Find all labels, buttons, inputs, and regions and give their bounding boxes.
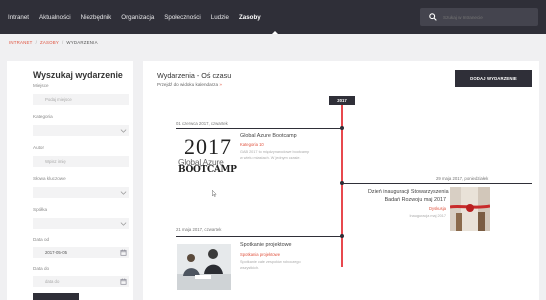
active-nav-indicator xyxy=(272,31,278,34)
timeline-dot xyxy=(340,234,344,238)
event-category[interactable]: Dyskusja xyxy=(368,206,446,211)
keywords-label: Słowa kluczowe xyxy=(33,176,66,181)
company-select[interactable] xyxy=(33,218,129,229)
search-box[interactable] xyxy=(420,8,538,26)
event-image-inauguration[interactable] xyxy=(450,187,490,231)
date-from-label: Data od xyxy=(33,237,50,242)
double-chevron-right-icon: » xyxy=(219,82,222,87)
event-date: 01 czerwca 2017, czwartek xyxy=(176,121,228,126)
search-submit-button[interactable] xyxy=(33,293,79,300)
page-title: Wydarzenia - Oś czasu xyxy=(157,71,232,80)
event-image-project-meeting[interactable] xyxy=(177,244,231,290)
event-category[interactable]: Kategoria 10 xyxy=(240,142,264,147)
nav-item-zasoby[interactable]: Zasoby xyxy=(239,14,261,21)
mouse-cursor-icon xyxy=(212,190,217,197)
event-meta: Inauguracja maj 2017 xyxy=(409,214,446,218)
event-description-line: GAB 2017 to międzynarodowe bootcamp xyxy=(240,150,310,154)
place-input[interactable]: Podaj miejsce xyxy=(33,94,129,105)
search-icon[interactable] xyxy=(429,13,437,21)
timeline-year-badge: 2017 xyxy=(329,96,355,105)
event-description-line: Spotkanie całe zespołów roboczego xyxy=(240,260,301,264)
ribbon-cutting-photo xyxy=(450,187,490,231)
event-description: Spotkanie całe zespołów roboczego wszyst… xyxy=(240,260,301,271)
nav-item-niezbednik[interactable]: Niezbędnik xyxy=(81,14,112,21)
date-to-input[interactable]: data do xyxy=(33,276,129,287)
author-label: Autor xyxy=(33,145,44,150)
nav-item-ludzie[interactable]: Ludzie xyxy=(211,14,229,21)
event-search-sidebar: Wyszukaj wydarzenie Miejsce Podaj miejsc… xyxy=(7,61,133,300)
breadcrumb-zasoby[interactable]: ZASOBY xyxy=(40,40,59,45)
event-title[interactable]: Global Azure Bootcamp xyxy=(240,133,297,139)
event-date: 29 maja 2017, poniedziałek xyxy=(436,176,489,181)
place-placeholder: Podaj miejsce xyxy=(45,97,72,102)
place-label: Miejsce xyxy=(33,83,49,88)
nav-item-aktualnosci[interactable]: Aktualności xyxy=(39,14,71,21)
category-label: Kategoria xyxy=(33,114,53,119)
search-input[interactable] xyxy=(443,12,533,22)
sidebar-title: Wyszukaj wydarzenie xyxy=(33,70,123,80)
event-description-line: w wielu miastach. W jednym czasie. xyxy=(240,155,301,160)
events-timeline-panel: Wydarzenia - Oś czasu Przejdź do widoku … xyxy=(143,61,539,300)
breadcrumb-separator: / xyxy=(35,40,37,45)
calendar-view-link[interactable]: Przejdź do widoku kalendarza » xyxy=(157,82,222,87)
author-placeholder: Wpisz imię xyxy=(45,159,66,164)
event-title[interactable]: Dzień inauguracji Stowarzyszenia xyxy=(368,189,449,195)
event-image-global-azure-bootcamp[interactable]: 2017 Global Azure BOOTCAMP xyxy=(176,134,237,178)
calendar-view-link-label: Przejdź do widoku kalendarza xyxy=(157,82,219,87)
event-title[interactable]: Spotkanie projektowe xyxy=(240,242,292,248)
breadcrumb-intranet[interactable]: INTRANET xyxy=(9,40,33,45)
keywords-select[interactable] xyxy=(33,187,129,198)
nav-item-spolecznosci[interactable]: Społeczności xyxy=(164,14,200,21)
event-title[interactable]: Badań Rozwoju maj 2017 xyxy=(368,197,446,203)
chevron-down-icon xyxy=(120,129,127,133)
meeting-photo xyxy=(177,244,231,290)
date-to-placeholder: data do xyxy=(45,279,60,284)
event-connector-line xyxy=(342,183,532,184)
top-navigation-bar: Intranet Aktualności Niezbędnik Organiza… xyxy=(0,0,546,34)
event-connector-line xyxy=(176,236,342,237)
company-label: Spółka xyxy=(33,207,48,212)
breadcrumb-separator: / xyxy=(62,40,64,45)
calendar-icon[interactable] xyxy=(120,278,127,285)
event-date: 21 maja 2017, czwartek xyxy=(176,227,222,232)
category-select[interactable] xyxy=(33,125,129,136)
author-input[interactable]: Wpisz imię xyxy=(33,156,129,167)
date-from-value: 2017-05-05 xyxy=(45,250,67,255)
event-description: GAB 2017 to międzynarodowe bootcamp w wi… xyxy=(240,150,309,161)
breadcrumb-wydarzenia: WYDARZENIA xyxy=(66,40,98,45)
calendar-icon[interactable] xyxy=(120,249,127,256)
nav-item-organizacja[interactable]: Organizacja xyxy=(121,14,154,21)
timeline-dot xyxy=(340,181,344,185)
date-from-input[interactable]: 2017-05-05 xyxy=(33,247,129,258)
event-description-line: wszystkich. xyxy=(240,265,260,270)
nav-item-intranet[interactable]: Intranet xyxy=(8,14,29,21)
chevron-down-icon xyxy=(120,191,127,195)
event-image-text: BOOTCAMP xyxy=(178,165,237,175)
date-to-label: Data do xyxy=(33,266,50,271)
breadcrumb: INTRANET / ZASOBY / WYDARZENIA xyxy=(9,40,98,45)
event-category[interactable]: Spotkania projektowe xyxy=(240,252,280,257)
add-event-button[interactable]: DODAJ WYDARZENIE xyxy=(455,70,532,87)
chevron-down-icon xyxy=(120,222,127,226)
nav-menu: Intranet Aktualności Niezbędnik Organiza… xyxy=(8,0,271,34)
event-connector-line xyxy=(176,128,342,129)
timeline-dot xyxy=(340,126,344,130)
